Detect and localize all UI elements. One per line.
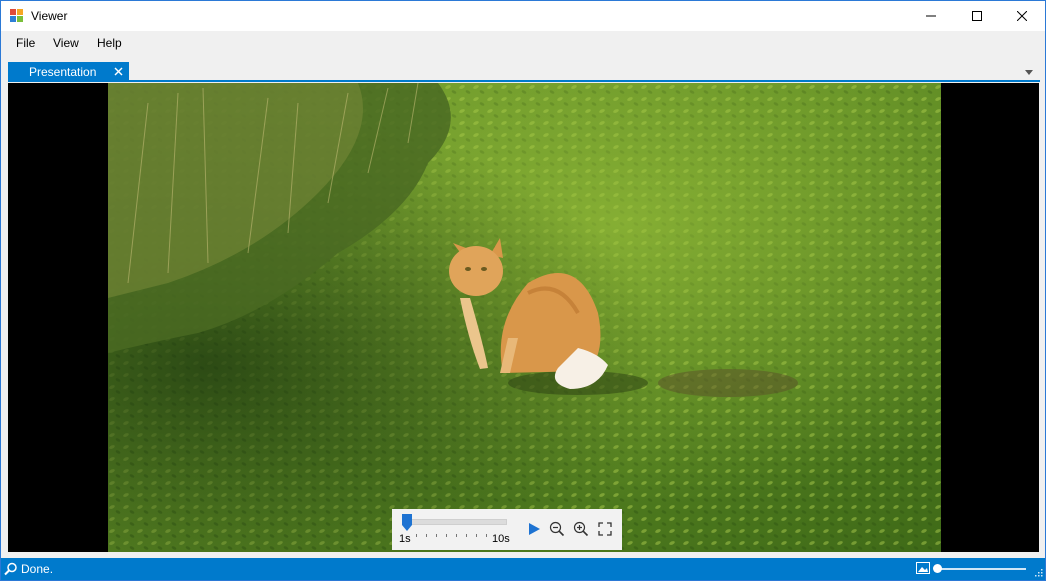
tick <box>456 534 457 537</box>
zoom-out-icon[interactable] <box>549 521 565 537</box>
time-slider-track[interactable] <box>402 519 507 525</box>
title-bar: Viewer <box>1 1 1045 31</box>
tab-close-icon[interactable] <box>113 66 124 77</box>
menu-bar: File View Help <box>1 31 1045 56</box>
menu-help[interactable]: Help <box>97 36 122 50</box>
maximize-icon <box>972 11 982 21</box>
slider-max-label: 10s <box>492 533 510 545</box>
tab-presentation[interactable]: Presentation <box>8 62 129 81</box>
search-icon <box>4 562 17 576</box>
maximize-button[interactable] <box>954 1 1000 31</box>
zoom-slider-track[interactable] <box>938 568 1026 570</box>
app-icon <box>10 9 24 23</box>
window-title: Viewer <box>31 9 68 23</box>
tick <box>436 534 437 537</box>
zoom-slider-thumb[interactable] <box>933 564 942 573</box>
tab-label: Presentation <box>29 65 97 79</box>
minimize-icon <box>926 15 936 17</box>
play-icon[interactable] <box>526 521 542 537</box>
menu-view[interactable]: View <box>53 36 79 50</box>
close-icon <box>1017 11 1027 21</box>
close-button[interactable] <box>999 1 1045 31</box>
document-tab-strip: Presentation <box>1 56 1045 82</box>
time-slider-thumb[interactable] <box>402 514 412 531</box>
viewer-window: Viewer File View Help Presentation 1s 10… <box>0 0 1046 581</box>
zoom-in-icon[interactable] <box>573 521 589 537</box>
tick <box>486 534 487 537</box>
image-viewport[interactable] <box>8 83 1039 552</box>
tab-list-dropdown-icon[interactable] <box>1025 70 1033 75</box>
fullscreen-icon[interactable] <box>597 521 613 537</box>
cat-on-grass-photo <box>108 83 941 552</box>
status-text: Done. <box>21 562 54 576</box>
minimize-button[interactable] <box>908 1 954 31</box>
tick <box>466 534 467 537</box>
tick <box>446 534 447 537</box>
tick <box>416 534 417 537</box>
tab-underline <box>8 80 1040 82</box>
tick <box>426 534 427 537</box>
image-icon <box>916 562 930 574</box>
tick <box>476 534 477 537</box>
slider-min-label: 1s <box>399 533 411 545</box>
status-bar: Done. <box>1 558 1045 580</box>
playback-control: 1s 10s <box>392 509 622 550</box>
menu-file[interactable]: File <box>16 36 35 50</box>
resize-grip-icon[interactable] <box>1034 568 1043 577</box>
